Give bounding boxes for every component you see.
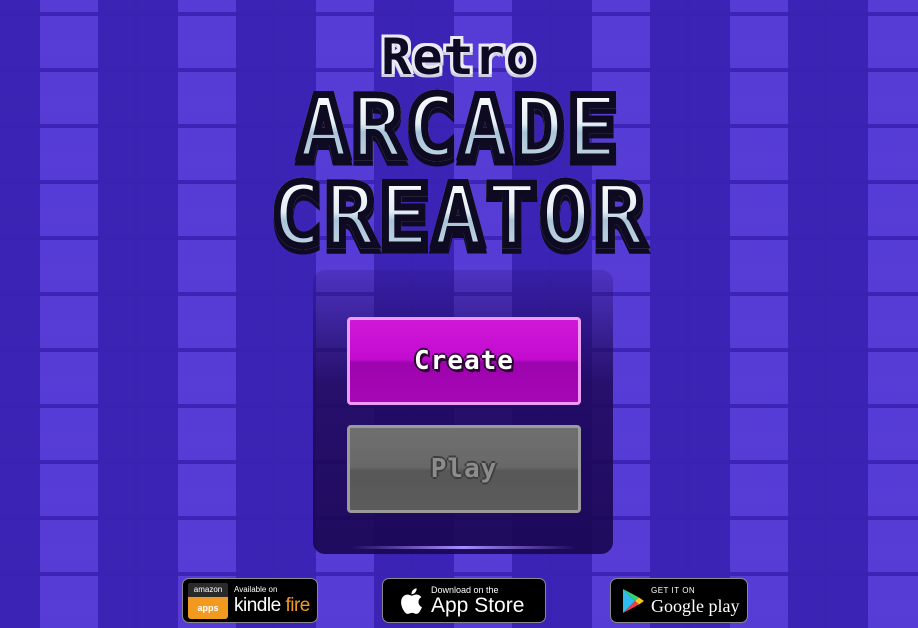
menu-panel-glow-line: [350, 546, 576, 549]
play-button[interactable]: Play: [347, 425, 581, 513]
amazon-icon-label: amazon: [188, 582, 228, 597]
logo-creator-line: CREATOR CREATOR: [0, 169, 918, 269]
kindle-word: kindle: [234, 595, 281, 616]
amazon-apps-icon: amazon apps: [188, 582, 228, 619]
logo-arcade-line: ARCADE ARCADE: [0, 81, 918, 181]
google-badge-small-text: GET IT ON: [651, 585, 696, 595]
app-store-badge[interactable]: Download on the App Store: [382, 578, 546, 623]
kindle-fire-badge[interactable]: amazon apps Available on kindle fire: [182, 578, 318, 623]
kindle-badge-small-text: Available on: [234, 585, 278, 594]
logo-creator-text: CREATOR: [0, 169, 918, 264]
apps-icon-label: apps: [197, 602, 219, 613]
google-play-icon: [623, 588, 644, 613]
logo-arcade-text: ARCADE: [0, 81, 918, 176]
google-play-badge[interactable]: GET IT ON Google play: [610, 578, 748, 623]
google-badge-brand: Google play: [651, 595, 740, 616]
apple-icon: [401, 587, 422, 614]
logo-retro-text: Retro: [381, 28, 537, 86]
create-button[interactable]: Create: [347, 317, 581, 405]
game-logo: Retro ARCADE ARCADE CREATOR CREATOR: [0, 28, 918, 269]
kindle-badge-brand: kindle fire: [234, 595, 310, 616]
apple-badge-small-text: Download on the: [431, 584, 499, 595]
fire-word: fire: [285, 595, 310, 616]
apple-badge-brand: App Store: [431, 593, 525, 617]
